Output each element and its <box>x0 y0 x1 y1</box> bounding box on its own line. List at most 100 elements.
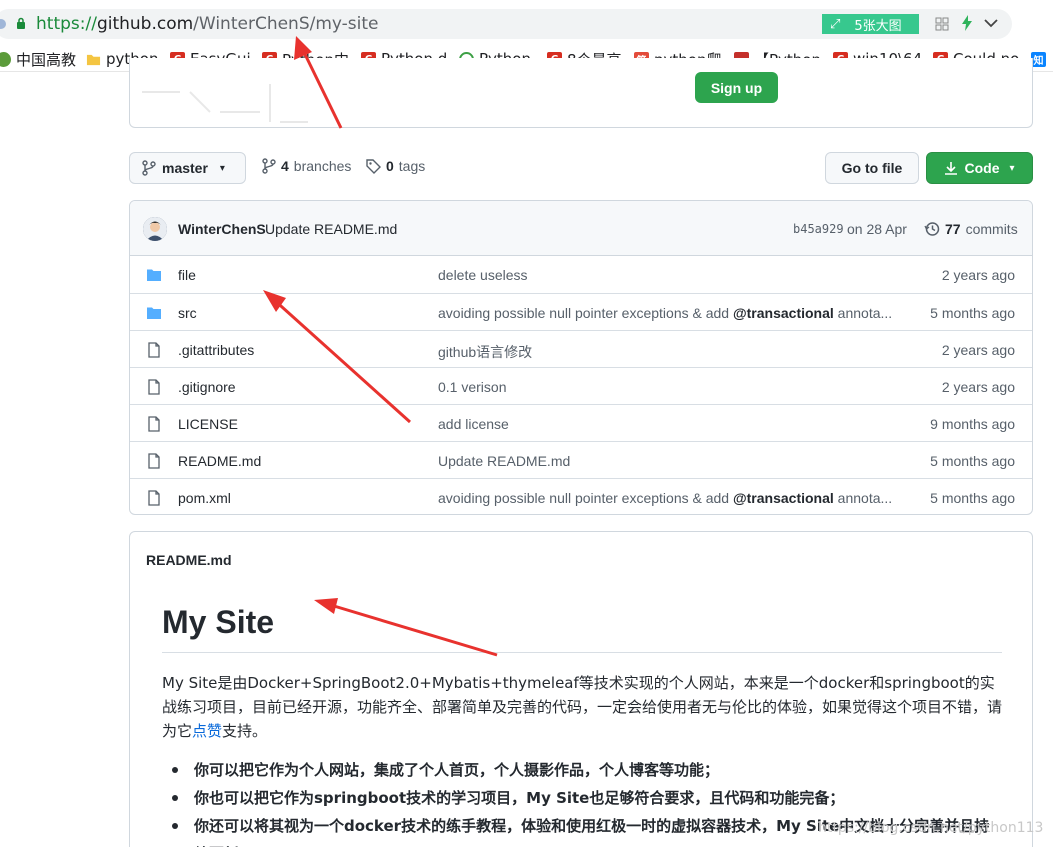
file-name-link[interactable]: LICENSE <box>178 416 238 432</box>
table-row[interactable]: src avoiding possible null pointer except… <box>130 293 1032 330</box>
table-row[interactable]: LICENSE add license 9 months ago <box>130 404 1032 441</box>
file-commit-message[interactable]: 0.1 verison <box>438 379 506 395</box>
file-commit-message[interactable]: avoiding possible null pointer exception… <box>438 490 892 506</box>
table-row[interactable]: README.md Update README.md 5 months ago <box>130 441 1032 478</box>
url-text[interactable]: https://github.com/WinterChenS/my-site <box>36 14 379 34</box>
zhihu-icon: 知 <box>1031 51 1046 67</box>
file-commit-message[interactable]: delete useless <box>438 267 528 283</box>
go-to-file-button[interactable]: Go to file <box>825 152 919 184</box>
git-branch-icon <box>262 158 276 174</box>
file-commit-message[interactable]: github语言修改 <box>438 342 532 362</box>
file-age: 5 months ago <box>930 305 1015 321</box>
folder-icon <box>146 305 162 321</box>
image-badge-label: 5张大图 <box>854 18 902 34</box>
tags-count: 0 <box>386 158 394 174</box>
file-age: 5 months ago <box>930 453 1015 469</box>
apps-grid-icon[interactable] <box>935 17 949 31</box>
avatar[interactable] <box>143 217 167 241</box>
tags-link[interactable]: 0 tags <box>366 158 425 174</box>
bookmark-item[interactable]: 知 <box>1031 48 1046 70</box>
tag-icon <box>366 158 381 174</box>
caret-down-icon: ▾ <box>219 162 225 174</box>
file-name-link[interactable]: file <box>178 267 196 283</box>
file-commit-message[interactable]: add license <box>438 416 509 432</box>
commit-message-tail: annota... <box>833 490 893 506</box>
file-list: WinterChenS Update README.md b45a929 on … <box>129 200 1033 515</box>
globe-icon <box>0 51 11 67</box>
commit-message[interactable]: Update README.md <box>265 221 397 237</box>
file-icon <box>146 342 162 358</box>
branches-link[interactable]: 4 branches <box>262 158 351 174</box>
table-row[interactable]: .gitignore 0.1 verison 2 years ago <box>130 367 1032 404</box>
readme-title: My Site <box>162 604 275 640</box>
banner-decoration <box>142 84 308 123</box>
table-row[interactable]: file delete useless 2 years ago <box>130 256 1032 293</box>
readme-intro: My Site是由Docker+SpringBoot2.0+Mybatis+th… <box>162 671 1002 743</box>
commit-message-text: avoiding possible null pointer exception… <box>438 490 733 506</box>
table-row[interactable]: .gitattributes github语言修改 2 years ago <box>130 330 1032 367</box>
commit-message-text: Update README.md <box>438 453 571 469</box>
readme-intro-tail: 支持。 <box>222 722 268 740</box>
branches-label: branches <box>293 158 352 174</box>
folder-icon <box>146 267 162 283</box>
file-icon <box>146 453 162 469</box>
file-icon <box>146 490 162 506</box>
chevron-down-icon[interactable] <box>984 18 998 28</box>
commit-message-mention: @transactional <box>732 490 834 506</box>
star-link[interactable]: 点赞 <box>192 722 222 740</box>
readme-divider <box>162 652 1002 653</box>
file-age: 2 years ago <box>941 342 1015 358</box>
file-name-link[interactable]: src <box>178 305 197 321</box>
signup-button[interactable]: Sign up <box>695 72 778 103</box>
code-label: Code <box>964 160 1000 176</box>
image-extension-badge[interactable]: ⤢ 5张大图 <box>822 14 919 34</box>
commits-link[interactable]: 77 commits <box>924 221 1018 237</box>
commit-message-text: 0.1 verison <box>438 379 507 395</box>
bookmark-label: 中国高教 <box>16 50 77 69</box>
file-icon <box>146 379 162 395</box>
commit-author[interactable]: WinterChenS <box>178 221 266 237</box>
branch-name: master <box>162 160 208 176</box>
url-path: /WinterChenS/my-site <box>193 14 379 34</box>
commit-message-text: add license <box>438 416 509 432</box>
file-icon <box>146 416 162 432</box>
lightning-icon[interactable] <box>960 15 974 31</box>
code-button[interactable]: Code ▾ <box>926 152 1033 184</box>
file-name-link[interactable]: .gitignore <box>178 379 236 395</box>
commit-message-mention: @transactional <box>732 305 834 321</box>
latest-commit-bar: WinterChenS Update README.md b45a929 on … <box>130 201 1032 256</box>
readme-intro-text: My Site是由Docker+SpringBoot2.0+Mybatis+th… <box>162 674 1003 740</box>
file-name-link[interactable]: .gitattributes <box>178 342 254 358</box>
folder-icon <box>86 54 101 65</box>
expand-icon: ⤢ <box>830 16 841 32</box>
file-age: 2 years ago <box>941 379 1015 395</box>
git-branch-icon <box>142 160 156 176</box>
avatar-icon <box>143 217 167 241</box>
readme-filename[interactable]: README.md <box>146 552 232 568</box>
watermark: https://blog.csdn.net/python113 <box>818 820 1044 836</box>
browser-address-bar: https://github.com/WinterChenS/my-site ⤢… <box>0 0 1053 46</box>
file-name-link[interactable]: README.md <box>178 453 261 469</box>
list-item: 你可以把它作为个人网站，集成了个人首页，个人摄影作品，个人博客等功能； <box>162 756 1002 784</box>
commit-message-text: avoiding possible null pointer exception… <box>438 305 733 321</box>
file-name-link[interactable]: pom.xml <box>178 490 231 506</box>
commit-sha[interactable]: b45a929 <box>793 222 844 236</box>
file-commit-message[interactable]: avoiding possible null pointer exception… <box>438 305 892 321</box>
list-item: 你也可以把它作为springboot技术的学习项目，My Site也足够符合要求… <box>162 784 1002 812</box>
file-commit-message[interactable]: Update README.md <box>438 453 570 469</box>
file-age: 2 years ago <box>941 267 1015 283</box>
branch-select-button[interactable]: master ▾ <box>129 152 246 184</box>
commit-message-text: github语言修改 <box>438 344 533 360</box>
caret-down-icon: ▾ <box>1009 162 1015 174</box>
commits-label: commits <box>965 221 1018 237</box>
commits-count: 77 <box>945 221 961 237</box>
table-row[interactable]: pom.xml avoiding possible null pointer ex… <box>130 478 1032 514</box>
file-age: 9 months ago <box>930 416 1015 432</box>
bookmark-item[interactable]: 中国高教 <box>0 48 76 70</box>
file-age: 5 months ago <box>930 490 1015 506</box>
url-scheme: https:// <box>36 14 97 34</box>
commit-date: on 28 Apr <box>847 221 907 237</box>
download-icon <box>945 162 958 175</box>
tags-label: tags <box>398 158 426 174</box>
commit-message-tail: annota... <box>833 305 893 321</box>
